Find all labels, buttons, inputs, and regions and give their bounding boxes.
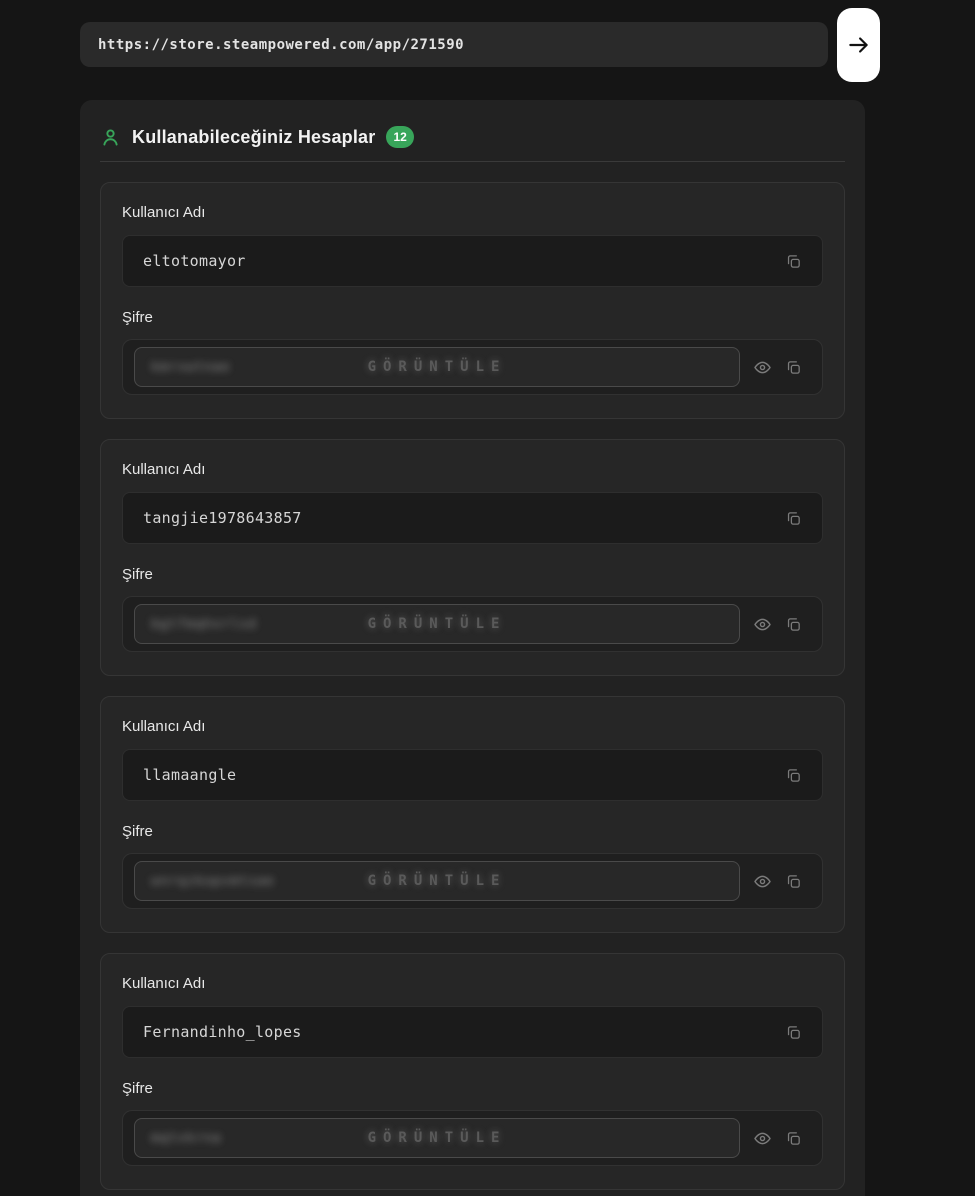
account-card: Kullanıcı Adı Fernandinho_lopes Şifre mq… xyxy=(100,953,845,1190)
copy-icon xyxy=(785,359,802,376)
copy-username-button[interactable] xyxy=(785,253,802,270)
panel-title: Kullanabileceğiniz Hesaplar xyxy=(132,126,376,147)
username-label: Kullanıcı Adı xyxy=(122,204,206,221)
url-text[interactable]: https://store.steampowered.com/app/27159… xyxy=(98,37,464,53)
account-card: Kullanıcı Adı tangjie1978643857 Şifre bg… xyxy=(100,439,845,676)
password-field[interactable]: mqtvkrna GÖRÜNTÜLE xyxy=(134,1118,740,1158)
copy-icon xyxy=(785,1130,802,1147)
password-actions xyxy=(753,358,802,377)
copy-icon xyxy=(785,616,802,633)
password-blurred-value: kmrvwtnae xyxy=(151,359,231,375)
password-box: mqtvkrna GÖRÜNTÜLE xyxy=(122,1110,823,1166)
account-card: Kullanıcı Adı eltotomayor Şifre kmrvwtna… xyxy=(100,182,845,419)
username-value: Fernandinho_lopes xyxy=(143,1023,302,1041)
show-password-button[interactable] xyxy=(753,1129,772,1148)
copy-username-button[interactable] xyxy=(785,767,802,784)
password-actions xyxy=(753,615,802,634)
reveal-overlay: GÖRÜNTÜLE xyxy=(367,1130,507,1146)
username-field: llamaangle xyxy=(122,749,823,801)
password-actions xyxy=(753,1129,802,1148)
accounts-panel: Kullanabileceğiniz Hesaplar 12 Kullanıcı… xyxy=(80,100,865,1196)
copy-username-button[interactable] xyxy=(785,510,802,527)
eye-icon xyxy=(753,615,772,634)
username-label: Kullanıcı Adı xyxy=(122,718,206,735)
copy-icon xyxy=(785,253,802,270)
username-field: Fernandinho_lopes xyxy=(122,1006,823,1058)
go-button[interactable] xyxy=(837,8,880,82)
password-box: kmrvwtnae GÖRÜNTÜLE xyxy=(122,339,823,395)
password-label: Şifre xyxy=(122,823,153,840)
password-label: Şifre xyxy=(122,309,153,326)
copy-password-button[interactable] xyxy=(785,873,802,890)
account-card: Kullanıcı Adı llamaangle Şifre wnrqzkopv… xyxy=(100,696,845,933)
password-field[interactable]: wnrqzkopvmtsae GÖRÜNTÜLE xyxy=(134,861,740,901)
show-password-button[interactable] xyxy=(753,615,772,634)
eye-icon xyxy=(753,1129,772,1148)
password-actions xyxy=(753,872,802,891)
password-label: Şifre xyxy=(122,566,153,583)
eye-icon xyxy=(753,358,772,377)
password-label: Şifre xyxy=(122,1080,153,1097)
eye-icon xyxy=(753,872,772,891)
copy-password-button[interactable] xyxy=(785,1130,802,1147)
account-count-badge: 12 xyxy=(386,126,414,148)
accounts-panel-header: Kullanabileceğiniz Hesaplar 12 xyxy=(100,100,845,153)
username-value: eltotomayor xyxy=(143,252,246,270)
arrow-right-icon xyxy=(846,32,872,58)
username-field: eltotomayor xyxy=(122,235,823,287)
copy-password-button[interactable] xyxy=(785,616,802,633)
copy-icon xyxy=(785,873,802,890)
username-label: Kullanıcı Adı xyxy=(122,461,206,478)
user-icon xyxy=(100,127,121,148)
url-bar[interactable]: https://store.steampowered.com/app/27159… xyxy=(80,22,828,67)
password-field[interactable]: bgtfmqhxrlsd GÖRÜNTÜLE xyxy=(134,604,740,644)
password-blurred-value: wnrqzkopvmtsae xyxy=(151,873,275,889)
copy-username-button[interactable] xyxy=(785,1024,802,1041)
show-password-button[interactable] xyxy=(753,872,772,891)
username-field: tangjie1978643857 xyxy=(122,492,823,544)
copy-password-button[interactable] xyxy=(785,359,802,376)
password-blurred-value: mqtvkrna xyxy=(151,1130,222,1146)
copy-icon xyxy=(785,1024,802,1041)
username-value: llamaangle xyxy=(143,766,237,784)
username-label: Kullanıcı Adı xyxy=(122,975,206,992)
copy-icon xyxy=(785,510,802,527)
copy-icon xyxy=(785,767,802,784)
username-value: tangjie1978643857 xyxy=(143,509,302,527)
password-field[interactable]: kmrvwtnae GÖRÜNTÜLE xyxy=(134,347,740,387)
header-divider xyxy=(100,161,845,162)
password-box: bgtfmqhxrlsd GÖRÜNTÜLE xyxy=(122,596,823,652)
password-blurred-value: bgtfmqhxrlsd xyxy=(151,616,257,632)
password-box: wnrqzkopvmtsae GÖRÜNTÜLE xyxy=(122,853,823,909)
show-password-button[interactable] xyxy=(753,358,772,377)
